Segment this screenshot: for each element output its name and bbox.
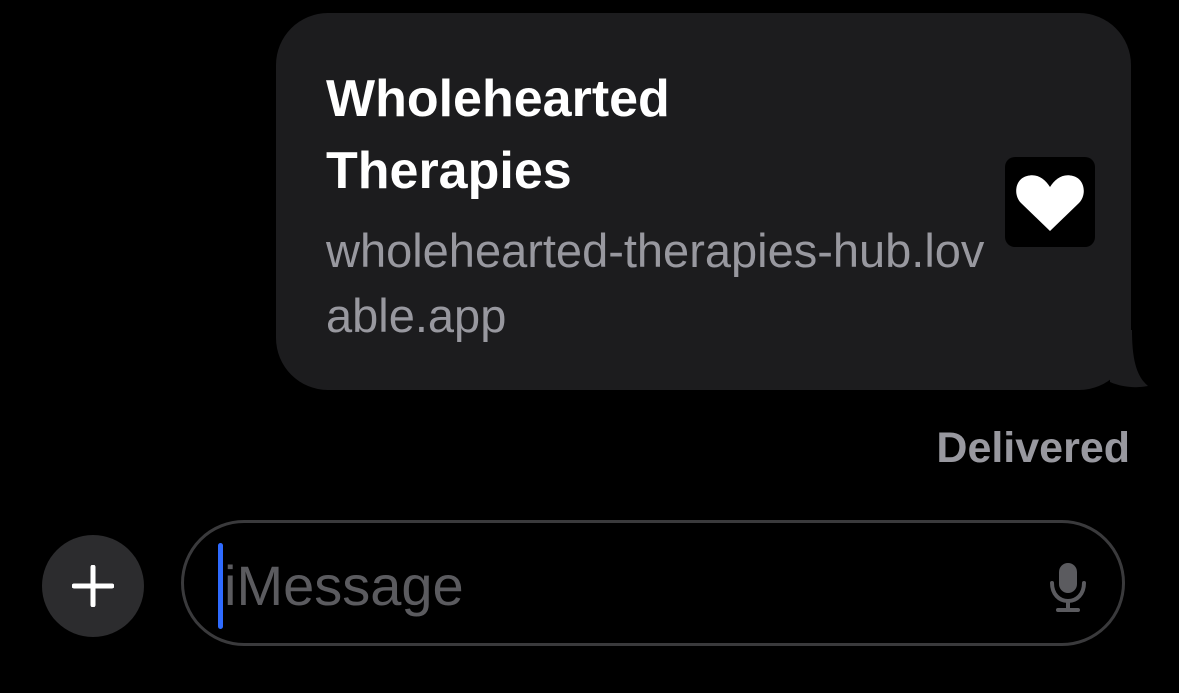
message-input-placeholder: iMessage [224, 554, 464, 617]
link-preview-thumbnail [1005, 157, 1095, 247]
microphone-icon[interactable] [1048, 561, 1088, 613]
bubble-tail [1108, 330, 1148, 388]
messages-screen: Wholehearted Therapies wholehearted-ther… [0, 0, 1179, 693]
plus-icon [72, 565, 114, 607]
delivery-status: Delivered [936, 424, 1130, 472]
link-preview-bubble[interactable]: Wholehearted Therapies wholehearted-ther… [276, 13, 1131, 390]
heart-icon [1016, 175, 1084, 231]
link-preview-url: wholehearted-therapies-hub.lovable.app [326, 224, 985, 342]
link-preview-title: Wholehearted Therapies [326, 70, 670, 200]
message-input[interactable]: iMessage [181, 520, 1125, 646]
add-attachment-button[interactable] [42, 535, 144, 637]
text-caret [218, 543, 223, 629]
